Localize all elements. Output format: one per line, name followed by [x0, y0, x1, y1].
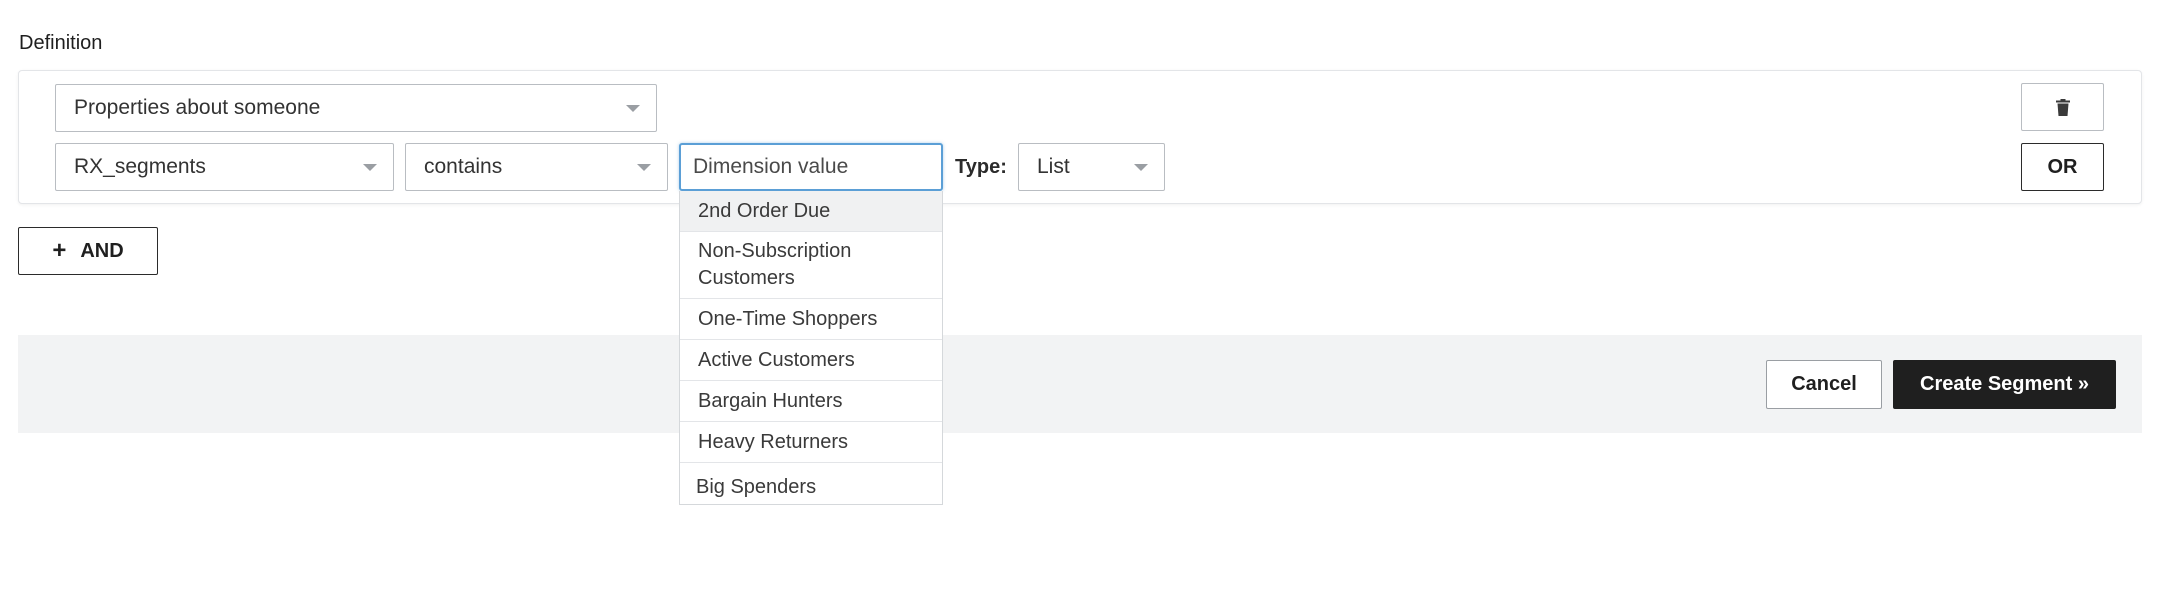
definition-label: Definition: [19, 32, 103, 54]
field-select[interactable]: RX_segments: [55, 143, 394, 191]
dropdown-option[interactable]: Bargain Hunters: [680, 381, 942, 422]
chevron-down-icon: [637, 164, 651, 171]
operator-select[interactable]: contains: [405, 143, 668, 191]
dropdown-option[interactable]: Big Spenders: [680, 463, 942, 504]
plus-icon: +: [52, 237, 67, 264]
add-and-condition-button[interactable]: + AND: [18, 227, 158, 275]
or-button[interactable]: OR: [2021, 143, 2104, 191]
delete-condition-button[interactable]: [2021, 83, 2104, 131]
chevron-down-icon: [1134, 164, 1148, 171]
dropdown-option[interactable]: 2nd Order Due: [680, 191, 942, 232]
operator-select-value: contains: [424, 155, 503, 178]
dropdown-option[interactable]: One-Time Shoppers: [680, 299, 942, 340]
and-button-label: AND: [80, 239, 124, 262]
type-select[interactable]: List: [1018, 143, 1165, 191]
trash-icon: [2055, 98, 2070, 116]
segment-definition-page: Definition Properties about someone RX_s…: [0, 0, 2168, 590]
chevron-down-icon: [626, 105, 640, 112]
dropdown-option[interactable]: Heavy Returners: [680, 422, 942, 463]
properties-select-value: Properties about someone: [74, 96, 321, 119]
field-select-value: RX_segments: [74, 155, 206, 178]
chevron-down-icon: [363, 164, 377, 171]
dropdown-option[interactable]: Non-Subscription Customers: [680, 232, 942, 299]
cancel-button[interactable]: Cancel: [1766, 360, 1882, 409]
type-label: Type:: [955, 156, 1007, 178]
type-select-value: List: [1037, 155, 1070, 178]
create-segment-button[interactable]: Create Segment »: [1893, 360, 2116, 409]
properties-select[interactable]: Properties about someone: [55, 84, 657, 132]
dimension-value-input[interactable]: [679, 143, 943, 191]
dropdown-option[interactable]: Active Customers: [680, 340, 942, 381]
dimension-value-dropdown: 2nd Order Due Non-Subscription Customers…: [679, 191, 943, 505]
